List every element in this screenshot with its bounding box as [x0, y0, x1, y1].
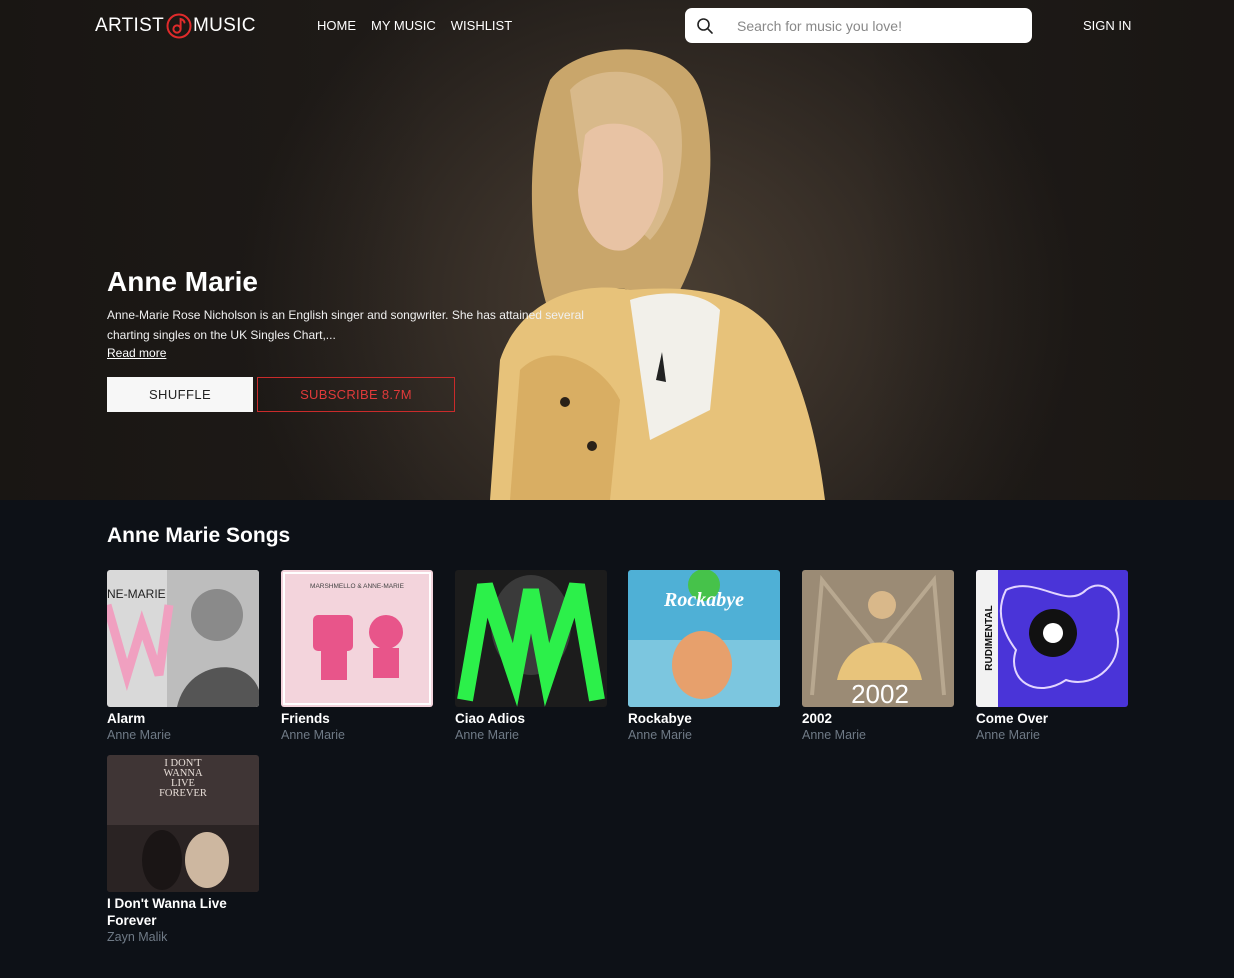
- logo-text-artist: ARTIST: [95, 15, 165, 36]
- nav-links: HOME MY MUSIC WISHLIST: [317, 18, 527, 33]
- song-card-alarm[interactable]: NE-MARIE Alarm Anne Marie: [107, 570, 259, 743]
- album-cover: I DON'T WANNA LIVE FOREVER: [107, 755, 259, 892]
- search-input[interactable]: [737, 17, 1017, 34]
- song-title: 2002: [802, 711, 833, 726]
- song-card-ciao-adios[interactable]: Ciao Adios Anne Marie: [455, 570, 607, 743]
- svg-text:RUDIMENTAL: RUDIMENTAL: [984, 605, 995, 670]
- song-title: Alarm: [107, 711, 146, 726]
- hero-banner: [0, 0, 1234, 500]
- song-card-i-dont-wanna-live-forever[interactable]: I DON'T WANNA LIVE FOREVER I Don't Wanna…: [107, 755, 259, 945]
- song-artist: Anne Marie: [802, 728, 866, 742]
- search-bar: [685, 8, 1032, 43]
- album-cover: Rockabye: [628, 570, 780, 707]
- search-icon[interactable]: [696, 17, 714, 35]
- top-navbar: ARTIST MUSIC HOME MY MUSIC WISHLIST SIGN…: [0, 0, 1234, 52]
- read-more-link[interactable]: Read more: [107, 346, 166, 360]
- album-cover: [455, 570, 607, 707]
- song-artist: Anne Marie: [628, 728, 692, 742]
- album-cover: RUDIMENTAL: [976, 570, 1128, 707]
- artist-name: Anne Marie: [107, 266, 258, 297]
- song-artist: Anne Marie: [976, 728, 1040, 742]
- song-artist: Anne Marie: [281, 728, 345, 742]
- song-title: I Don't Wanna Live Forever: [107, 896, 227, 928]
- song-card-come-over[interactable]: RUDIMENTAL Come Over Anne Marie: [976, 570, 1128, 743]
- svg-text:2002: 2002: [851, 679, 909, 707]
- song-artist: Zayn Malik: [107, 930, 168, 944]
- album-cover: NE-MARIE: [107, 570, 259, 707]
- song-title: Ciao Adios: [455, 711, 526, 726]
- song-card-2002[interactable]: 2002 2002 Anne Marie: [802, 570, 954, 743]
- song-card-rockabye[interactable]: Rockabye Rockabye Anne Marie: [628, 570, 780, 743]
- song-card-friends[interactable]: MARSHMELLO & ANNE-MARIE Friends Anne Mar…: [281, 570, 433, 743]
- nav-my-music-link[interactable]: MY MUSIC: [371, 18, 436, 33]
- nav-wishlist-link[interactable]: WISHLIST: [451, 18, 512, 33]
- song-title: Rockabye: [628, 711, 692, 726]
- music-note-icon: [166, 13, 192, 39]
- nav-home-link[interactable]: HOME: [317, 18, 356, 33]
- song-title: Come Over: [976, 711, 1049, 726]
- shuffle-button[interactable]: SHUFFLE: [107, 377, 253, 412]
- album-cover: 2002: [802, 570, 954, 707]
- song-title: Friends: [281, 711, 330, 726]
- song-artist: Anne Marie: [107, 728, 171, 742]
- sign-in-link[interactable]: SIGN IN: [1083, 18, 1131, 33]
- artist-bio: Anne-Marie Rose Nicholson is an English …: [107, 308, 584, 342]
- album-cover: MARSHMELLO & ANNE-MARIE: [281, 570, 433, 707]
- songs-section-heading: Anne Marie Songs: [107, 524, 291, 547]
- song-artist: Anne Marie: [455, 728, 519, 742]
- svg-text:MARSHMELLO & ANNE-MARIE: MARSHMELLO & ANNE-MARIE: [310, 583, 405, 590]
- svg-text:NE-MARIE: NE-MARIE: [107, 587, 166, 601]
- subscribe-button[interactable]: SUBSCRIBE 8.7M: [257, 377, 455, 412]
- logo-text-music: MUSIC: [193, 15, 256, 36]
- svg-text:Rockabye: Rockabye: [663, 589, 744, 611]
- site-logo[interactable]: ARTIST MUSIC: [95, 11, 256, 41]
